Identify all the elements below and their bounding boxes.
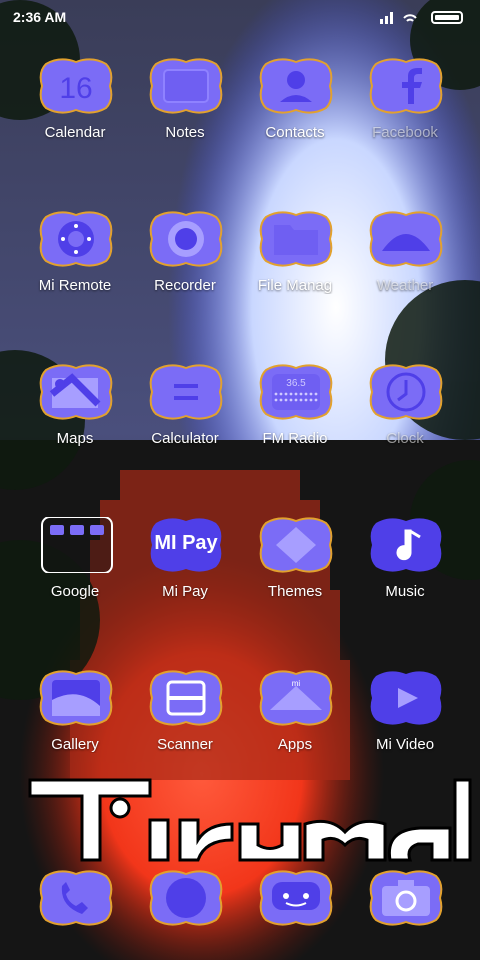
app-label: Weather (376, 277, 434, 294)
apps-icon: mi (258, 670, 334, 726)
signal-icon (380, 12, 393, 24)
contacts-icon (258, 58, 334, 114)
app-file-manag[interactable]: File Manag (240, 211, 350, 321)
mi-pay-badge: MI Pay (154, 532, 218, 554)
browser-icon (148, 870, 224, 926)
app-calculator[interactable]: Calculator (130, 364, 240, 474)
calendar-date: 16 (59, 72, 92, 105)
app-mi-pay[interactable]: MI Pay Mi Pay (130, 517, 240, 627)
app-maps[interactable]: Maps (20, 364, 130, 474)
status-icons (380, 10, 466, 24)
maps-icon (38, 364, 114, 420)
app-recorder[interactable]: Recorder (130, 211, 240, 321)
mi-pay-icon: MI Pay (148, 517, 224, 573)
folder-icon (258, 211, 334, 267)
app-fm-radio[interactable]: 36.5 FM Radio (240, 364, 350, 474)
tirumala-wordmark (0, 740, 480, 890)
music-icon (368, 517, 444, 573)
dock-browser[interactable] (130, 870, 240, 980)
calendar-icon: 16 (38, 58, 114, 114)
google-folder-icon (38, 516, 114, 574)
app-label: Facebook (372, 124, 438, 141)
app-contacts[interactable]: Contacts (240, 58, 350, 168)
app-clock[interactable]: Clock (350, 364, 460, 474)
dock-phone[interactable] (20, 870, 130, 980)
app-weather[interactable]: Weather (350, 211, 460, 321)
calculator-icon (148, 364, 224, 420)
facebook-icon (368, 58, 444, 114)
app-google[interactable]: Google (20, 516, 130, 627)
app-label: Music (385, 583, 425, 600)
app-label: Clock (386, 430, 424, 447)
app-mi-remote[interactable]: Mi Remote (20, 211, 130, 321)
radio-frequency: 36.5 (286, 378, 306, 389)
weather-icon (368, 211, 444, 267)
status-time: 2:36 AM (13, 9, 67, 25)
scanner-icon (148, 670, 224, 726)
app-themes[interactable]: Themes (240, 517, 350, 627)
app-calendar[interactable]: 16 Calendar (20, 58, 130, 168)
dock-camera[interactable] (350, 870, 460, 980)
radio-icon: 36.5 (258, 364, 334, 420)
dock-messages[interactable] (240, 870, 350, 980)
clock-icon (368, 364, 444, 420)
phone-icon (38, 870, 114, 926)
apps-mi-badge: mi (292, 679, 301, 688)
remote-icon (38, 211, 114, 267)
app-music[interactable]: Music (350, 517, 460, 627)
status-bar: 2:36 AM (0, 0, 480, 34)
app-facebook[interactable]: Facebook (350, 58, 460, 168)
recorder-icon (148, 211, 224, 267)
themes-icon (258, 517, 334, 573)
battery-icon (431, 11, 463, 24)
camera-icon (368, 870, 444, 926)
wordmark-logo-icon (28, 778, 472, 862)
app-notes[interactable]: Notes (130, 58, 240, 168)
wifi-icon (403, 14, 417, 22)
video-icon (368, 670, 444, 726)
gallery-icon (38, 670, 114, 726)
notes-icon (148, 58, 224, 114)
messages-icon (258, 870, 334, 926)
